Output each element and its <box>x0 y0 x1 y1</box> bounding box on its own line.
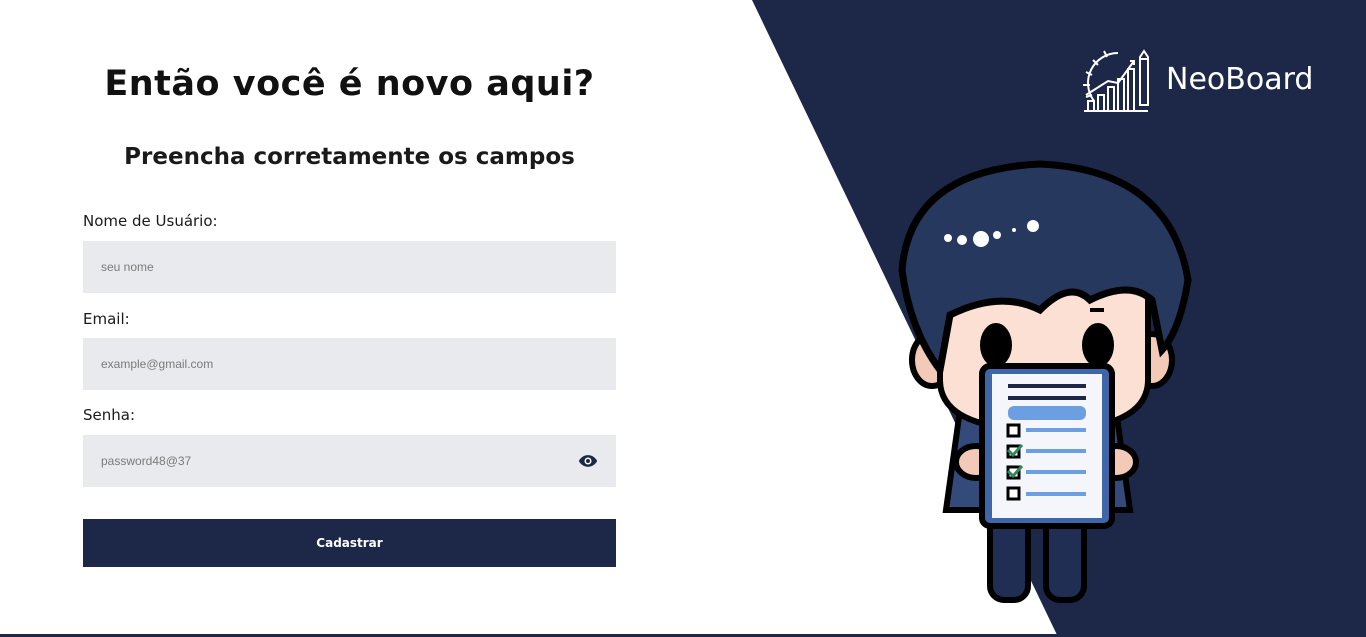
show-password-eye-icon[interactable] <box>578 451 598 471</box>
username-input[interactable] <box>83 241 553 293</box>
person-holding-checklist <box>898 160 1192 603</box>
username-label: Nome de Usuário: <box>83 212 218 230</box>
brand-logo: NeoBoard <box>1078 44 1313 114</box>
growth-chart-icon <box>1083 49 1149 112</box>
password-input[interactable] <box>83 435 553 487</box>
username-field-container <box>83 241 616 293</box>
password-label: Senha: <box>83 406 136 424</box>
brand-name: NeoBoard <box>1166 61 1314 97</box>
email-field-container <box>83 338 616 390</box>
page-subtitle: Preencha corretamente os campos <box>124 144 575 170</box>
email-label: Email: <box>83 310 130 328</box>
email-input[interactable] <box>83 338 553 390</box>
register-button[interactable]: Cadastrar <box>83 519 616 567</box>
page-title: Então você é novo aqui? <box>104 64 595 104</box>
password-field-container <box>83 435 616 487</box>
